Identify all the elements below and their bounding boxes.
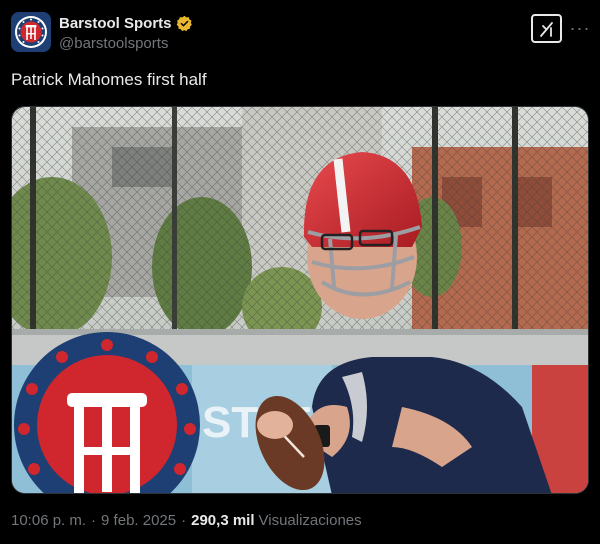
author-names: Barstool Sports @barstoolsports	[59, 13, 193, 52]
tweet-date[interactable]: 9 feb. 2025	[101, 512, 176, 529]
views-count: 290,3 mil	[191, 512, 255, 529]
media-image: STATE	[12, 107, 588, 493]
separator-dot: ·	[91, 512, 97, 529]
views-label: Visualizaciones	[258, 512, 362, 529]
barstool-logo-icon	[11, 12, 51, 52]
author-handle[interactable]: @barstoolsports	[59, 35, 193, 52]
verified-badge-icon[interactable]	[176, 15, 193, 32]
tweet-text: Patrick Mahomes first half	[11, 70, 207, 89]
tweet-time[interactable]: 10:06 p. m.	[11, 512, 86, 529]
more-options-icon[interactable]: ···	[569, 18, 591, 38]
tweet-media-photo[interactable]: STATE	[11, 106, 589, 494]
tweet-metadata: 10:06 p. m. · 9 feb. 2025 · 290,3 mil Vi…	[11, 512, 362, 529]
display-name-row: Barstool Sports	[59, 13, 193, 33]
grok-icon	[539, 21, 553, 37]
avatar[interactable]	[11, 12, 51, 52]
author-display-name[interactable]: Barstool Sports	[59, 15, 172, 32]
grok-button[interactable]	[531, 14, 562, 43]
tweet-header: Barstool Sports @barstoolsports ···	[11, 12, 589, 54]
separator-dot: ·	[181, 512, 187, 529]
